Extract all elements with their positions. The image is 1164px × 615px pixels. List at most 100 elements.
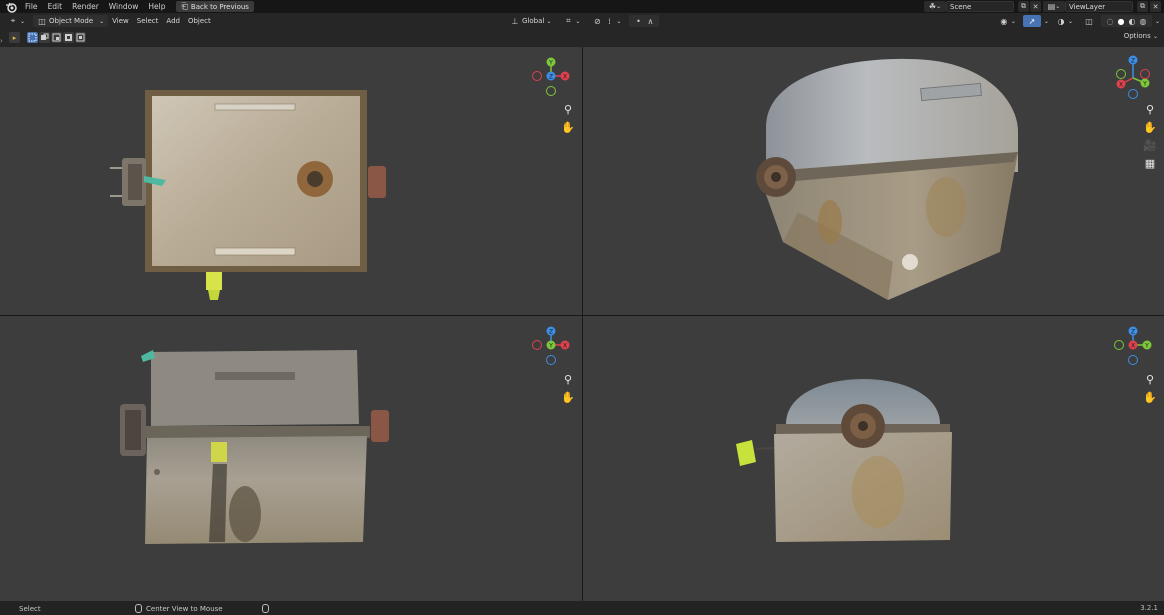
menu-select[interactable]: Select [133,15,163,27]
options-dropdown[interactable]: Options ⌄ [1124,32,1158,40]
navigation-gizmo-side[interactable]: Z Y X [1108,321,1158,371]
toolbar-expand-icon[interactable]: › [0,37,3,45]
view-layer-copy-icon[interactable]: ⧉ [1137,1,1148,12]
hand-icon[interactable]: ✋ [1143,120,1157,134]
model-top-view [110,90,386,300]
visibility-dropdown[interactable]: ◉ ⌄ [995,15,1020,27]
rendered-shading-icon[interactable]: ◍ [1138,16,1148,26]
scene-icon: ☘ [928,2,937,11]
falloff-icon: ∧ [647,16,654,26]
select-extend-icon [41,33,49,40]
status-left-click: Select [8,604,41,613]
mode-label: Object Mode [49,17,94,25]
menu-add[interactable]: Add [162,15,184,27]
svg-text:Z: Z [549,329,553,336]
svg-text:Z: Z [549,74,553,81]
navigation-gizmo[interactable]: Y X Z [526,52,576,102]
select-intersect-icon [76,33,85,42]
viewport-front[interactable]: Z X Y ⚲ ✋ [0,316,582,601]
viewport-side[interactable]: Z Y X ⚲ ✋ [583,316,1164,601]
navigation-gizmo-front[interactable]: Z X Y [526,321,576,371]
right-mouse-icon [262,604,269,613]
view-layer-name-field[interactable]: ViewLayer [1065,1,1133,12]
active-tool-button[interactable]: ▸ [9,32,20,43]
view-layer-icon: ▤ [1047,2,1056,11]
snap-icon: ⊘ [594,16,601,26]
navigation-gizmo-perspective[interactable]: Z X Y [1108,52,1158,102]
menu-file[interactable]: File [20,2,43,11]
back-icon: ⎗ [181,1,188,11]
scene-browse-button[interactable]: ☘ ⌄ [924,1,946,12]
svg-text:Y: Y [1142,81,1147,88]
top-bar: File Edit Render Window Help ⎗ Back to P… [0,0,1164,13]
middle-mouse-icon [135,604,142,613]
overlay-toggle[interactable]: ◑ ⌄ [1052,15,1077,27]
editor-type-icon: ⌖ [10,16,16,25]
snap-toggle[interactable]: ⊘ ⁞ ⌄ [588,15,625,27]
select-subtract-icon [52,33,61,42]
orientation-dropdown[interactable]: ⊥ Global ⌄ [506,15,555,27]
hand-icon[interactable]: ✋ [561,120,575,134]
scene-copy-icon[interactable]: ⧉ [1018,1,1029,12]
orientation-label: Global [522,17,545,25]
viewport-top[interactable]: Y X Z ⚲ ✋ [0,47,582,315]
gizmo-toggle[interactable]: ↗ [1022,15,1041,27]
xray-toggle[interactable]: ◫ [1080,15,1098,27]
svg-text:Y: Y [548,60,553,67]
options-label: Options [1123,32,1151,40]
quad-divider-vertical[interactable] [582,47,583,601]
tool-settings-row: ▸ Options ⌄ › [0,29,1164,47]
scene-name: Scene [950,2,972,11]
select-extend-button[interactable] [39,32,50,43]
blender-logo-icon[interactable] [5,1,17,13]
viewport-perspective[interactable]: Z X Y ⚲ ✋ 🎥 ▦ [583,47,1164,315]
status-middle-click: Center View to Mouse [135,604,223,613]
select-subtract-button[interactable] [51,32,62,43]
hand-icon[interactable]: ✋ [1143,390,1157,404]
scene-close-icon[interactable]: ✕ [1030,1,1041,12]
editor-type-button[interactable]: ⌖ ⌄ [4,15,29,27]
select-intersect-button[interactable] [75,32,86,43]
select-new-button[interactable] [27,32,38,43]
menu-render[interactable]: Render [67,2,104,11]
view-layer-browse-button[interactable]: ▤ ⌄ [1043,1,1065,12]
zoom-icon[interactable]: ⚲ [1143,102,1157,116]
pivot-dropdown[interactable]: ⌗ ⌄ [559,15,584,27]
eye-icon: ◉ [1000,16,1008,26]
model-side-view [736,379,952,542]
svg-text:X: X [1131,343,1135,350]
back-to-previous-label: Back to Previous [190,2,249,11]
view-layer-name: ViewLayer [1069,2,1106,11]
quad-divider-horizontal[interactable] [0,315,1164,316]
grid-icon[interactable]: ▦ [1143,156,1157,170]
back-to-previous-button[interactable]: ⎗ Back to Previous [176,1,254,12]
material-shading-icon[interactable]: ◐ [1127,16,1137,26]
select-new-icon [28,33,37,42]
scene-name-field[interactable]: Scene [946,1,1014,12]
svg-text:Y: Y [1144,343,1149,350]
object-mode-icon: ◫ [38,16,46,26]
proportional-edit-toggle[interactable]: • ∧ [629,15,660,27]
mode-dropdown[interactable]: ◫ Object Mode ⌄ [33,15,109,27]
zoom-icon[interactable]: ⚲ [1143,372,1157,386]
zoom-icon[interactable]: ⚲ [561,372,575,386]
svg-text:X: X [563,74,567,81]
status-bar: Select Center View to Mouse 3.2.1 [0,601,1164,615]
camera-icon[interactable]: 🎥 [1143,138,1157,152]
select-invert-button[interactable] [63,32,74,43]
menu-edit[interactable]: Edit [43,2,68,11]
viewport-header: ⌖ ⌄ ◫ Object Mode ⌄ View Select Add Objec… [0,13,1164,29]
menu-window[interactable]: Window [104,2,144,11]
view-layer-close-icon[interactable]: ✕ [1150,1,1161,12]
menu-object[interactable]: Object [184,15,215,27]
menu-help[interactable]: Help [143,2,170,11]
left-mouse-icon [8,604,15,613]
cursor-tool-icon: ▸ [12,33,17,42]
solid-shading-icon[interactable]: ● [1116,16,1126,26]
zoom-icon[interactable]: ⚲ [561,102,575,116]
gizmo-icon: ↗ [1028,16,1036,26]
svg-text:X: X [563,343,567,350]
wireframe-shading-icon[interactable]: ◌ [1105,16,1115,26]
hand-icon[interactable]: ✋ [561,390,575,404]
menu-view[interactable]: View [108,15,133,27]
